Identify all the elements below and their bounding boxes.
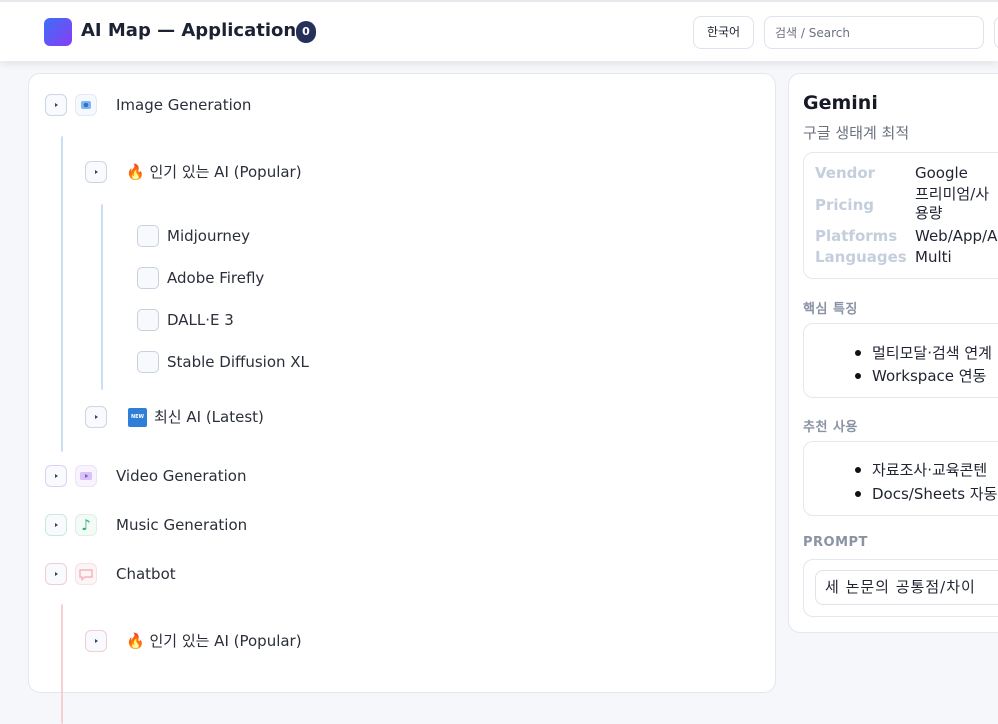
count-badge: 0 — [296, 21, 316, 43]
usage-item: Docs/Sheets 자동 — [854, 485, 998, 503]
tree-node-label: 최신 AI (Latest) — [154, 408, 264, 426]
select-checkbox[interactable] — [137, 351, 159, 373]
detail-subtitle: 구글 생태계 최적 — [803, 124, 910, 142]
list-item-tool[interactable]: Midjourney — [137, 225, 297, 247]
list-item-tool[interactable]: Stable Diffusion XL — [137, 351, 337, 373]
detail-panel: Gemini 구글 생태계 최적 Vendor Google Pricing 프… — [788, 73, 998, 633]
expand-toggle-icon[interactable] — [85, 406, 107, 428]
tree-node-image-generation[interactable]: Image Generation — [45, 94, 285, 116]
tree-node-image-popular[interactable]: 🔥 인기 있는 AI (Popular) — [85, 161, 345, 183]
search-input[interactable] — [764, 16, 984, 49]
expand-toggle-icon[interactable] — [45, 465, 67, 487]
detail-title: Gemini — [803, 92, 878, 114]
tree-node-chatbot[interactable]: Chatbot — [45, 563, 245, 585]
pricing-value-cont: 용량 — [915, 204, 943, 222]
expand-toggle-icon[interactable] — [85, 630, 107, 652]
language-toggle-button[interactable]: 한국어 — [693, 16, 754, 49]
feature-item: Workspace 연동 — [854, 367, 987, 385]
prompt-section-title: PROMPT — [803, 535, 868, 550]
vendor-value: Google — [915, 164, 968, 182]
expand-toggle-icon[interactable] — [45, 563, 67, 585]
tree-node-label: Music Generation — [116, 516, 248, 534]
expand-toggle-icon[interactable] — [85, 161, 107, 183]
platforms-key: Platforms — [815, 227, 898, 245]
tree-branch-line — [61, 604, 63, 724]
tree-node-label: Image Generation — [116, 96, 252, 114]
features-card: 멀티모달·검색 연계 Workspace 연동 — [803, 323, 998, 398]
category-tree-panel: Image Generation 🔥 인기 있는 AI (Popular) Mi… — [28, 73, 776, 724]
tool-name: DALL·E 3 — [167, 311, 234, 329]
list-item-tool[interactable]: DALL·E 3 — [137, 309, 297, 331]
usage-card: 자료조사·교육콘텐 Docs/Sheets 자동 — [803, 441, 998, 516]
top-bar: AI Map — Applications 0 한국어 — [0, 0, 998, 61]
tree-node-label: Chatbot — [116, 565, 176, 583]
tree-branch-line — [61, 136, 63, 452]
prompt-text-field[interactable]: 세 논문의 공통점/차이 — [815, 570, 998, 605]
tree-node-video-generation[interactable]: Video Generation — [45, 465, 285, 487]
new-icon: NEW — [128, 408, 147, 427]
languages-value: Multi — [915, 248, 952, 266]
tree-node-label: Video Generation — [116, 467, 247, 485]
usage-item: 자료조사·교육콘텐 — [854, 461, 988, 479]
pricing-value: 프리미엄/사 — [915, 185, 990, 203]
page-title: AI Map — Applications — [81, 20, 307, 41]
platforms-value: Web/App/A — [915, 227, 998, 245]
tree-node-image-latest[interactable]: NEW 최신 AI (Latest) — [85, 406, 305, 428]
vendor-key: Vendor — [815, 164, 876, 182]
tree-branch-line — [101, 204, 103, 390]
feature-item: 멀티모달·검색 연계 — [855, 344, 992, 362]
tool-name: Midjourney — [167, 227, 250, 245]
music-note-icon: ♪ — [75, 514, 97, 536]
select-checkbox[interactable] — [137, 267, 159, 289]
music-note-glyph: ♪ — [81, 516, 91, 534]
select-checkbox[interactable] — [137, 309, 159, 331]
camera-icon — [75, 94, 97, 116]
tool-name: Stable Diffusion XL — [167, 353, 309, 371]
languages-key: Languages — [815, 248, 907, 266]
app-logo — [44, 18, 72, 46]
pricing-key: Pricing — [815, 196, 874, 214]
info-card: Vendor Google Pricing 프리미엄/사 용량 Platform… — [803, 152, 998, 279]
features-section-title: 핵심 특징 — [803, 302, 858, 317]
tree-node-music-generation[interactable]: ♪ Music Generation — [45, 514, 285, 536]
topbar-extra-button[interactable] — [994, 16, 998, 49]
chat-icon — [75, 563, 97, 585]
video-icon — [75, 465, 97, 487]
tree-node-label: 🔥 인기 있는 AI (Popular) — [126, 632, 302, 650]
select-checkbox[interactable] — [137, 225, 159, 247]
expand-toggle-icon[interactable] — [45, 514, 67, 536]
tree-node-label: 🔥 인기 있는 AI (Popular) — [126, 163, 302, 181]
tree-node-chatbot-popular[interactable]: 🔥 인기 있는 AI (Popular) — [85, 630, 345, 652]
prompt-card: 세 논문의 공통점/차이 — [803, 559, 998, 617]
expand-toggle-icon[interactable] — [45, 94, 67, 116]
usage-section-title: 추천 사용 — [803, 420, 858, 435]
list-item-tool[interactable]: Adobe Firefly — [137, 267, 297, 289]
tool-name: Adobe Firefly — [167, 269, 265, 287]
